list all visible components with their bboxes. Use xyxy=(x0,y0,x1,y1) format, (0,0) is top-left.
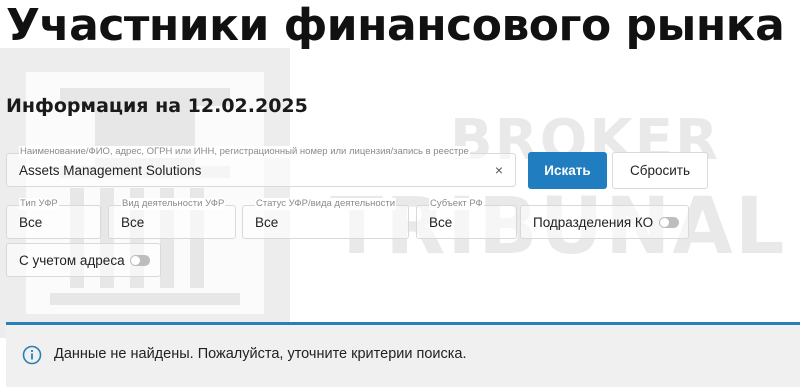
info-icon xyxy=(22,345,42,365)
page-title: Участники финансового рынка xyxy=(6,0,785,51)
filter-status-value: Все xyxy=(255,215,279,230)
filter-ufr-type-value: Все xyxy=(19,215,43,230)
with-address-toggle[interactable] xyxy=(130,255,150,266)
info-date-heading: Информация на 12.02.2025 xyxy=(6,95,308,117)
search-field-label: Наименование/ФИО, адрес, ОГРН или ИНН, р… xyxy=(19,146,470,158)
filter-activity-type-label: Вид деятельности УФР xyxy=(121,198,226,210)
filter-region[interactable]: Субъект РФ Все xyxy=(416,198,517,239)
filter-activity-type[interactable]: Вид деятельности УФР Все xyxy=(108,198,236,239)
notice-text: Данные не найдены. Пожалуйста, уточните … xyxy=(54,346,467,362)
filter-ufr-type-label: Тип УФР xyxy=(19,198,59,210)
search-input-value[interactable]: Assets Management Solutions xyxy=(19,163,201,178)
clear-search-icon[interactable]: × xyxy=(495,162,503,178)
with-address-label: С учетом адреса xyxy=(19,253,125,268)
reset-button[interactable]: Сбросить xyxy=(612,152,708,189)
filter-region-label: Субъект РФ xyxy=(429,198,484,210)
ko-branches-label: Подразделения КО xyxy=(533,215,654,230)
filter-region-value: Все xyxy=(429,215,453,230)
ko-branches-toggle-box[interactable]: Подразделения КО xyxy=(520,205,689,239)
with-address-toggle-box[interactable]: С учетом адреса xyxy=(6,243,161,277)
search-button[interactable]: Искать xyxy=(528,152,607,189)
ko-branches-toggle[interactable] xyxy=(659,217,679,228)
search-field[interactable]: Наименование/ФИО, адрес, ОГРН или ИНН, р… xyxy=(6,146,516,187)
filter-activity-type-value: Все xyxy=(121,215,145,230)
no-results-notice: Данные не найдены. Пожалуйста, уточните … xyxy=(6,325,800,387)
filter-ufr-type[interactable]: Тип УФР Все xyxy=(6,198,101,239)
filter-status[interactable]: Статус УФР/вида деятельности Все xyxy=(242,198,409,239)
watermark-logo xyxy=(0,48,290,338)
filter-status-label: Статус УФР/вида деятельности xyxy=(255,198,397,210)
